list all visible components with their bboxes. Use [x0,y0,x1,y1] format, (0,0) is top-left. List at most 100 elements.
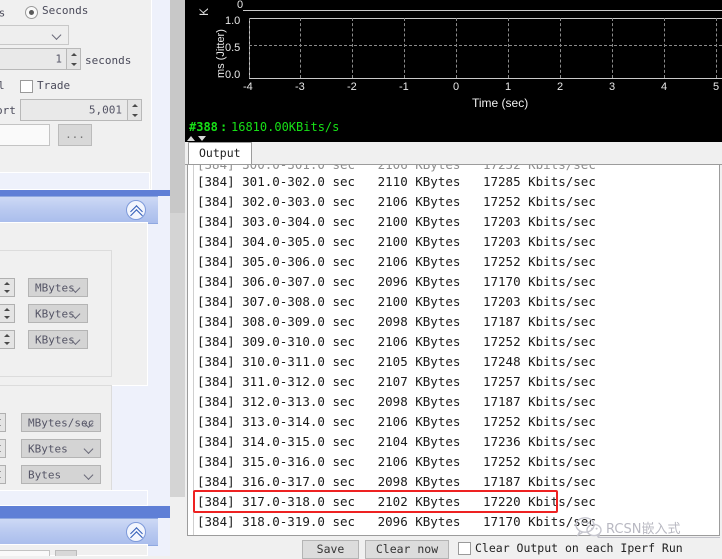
units-combo-0[interactable]: MBytes [28,278,88,297]
format-combo[interactable] [0,25,69,45]
units-row-spinner-1[interactable] [0,304,15,323]
left-settings-pane: es Seconds 1 seconds l Trade ort 5,001 .… [0,0,170,556]
chart-xtick-5: 5 [713,81,720,93]
highlight-box [193,490,558,513]
chart-xtick-2: 2 [557,81,564,93]
trade-checkbox[interactable] [20,80,33,93]
section-header-1[interactable] [0,196,158,224]
spinner-down-icon[interactable] [0,475,5,484]
rate-row-spinner-1[interactable] [0,439,6,458]
section-2-button[interactable] [55,550,77,556]
spinner-up-icon[interactable] [0,466,5,475]
upper-chart-axis [243,10,722,11]
spinner-up-icon[interactable] [0,414,5,423]
watermark-underline [598,537,720,538]
seconds-radio[interactable] [25,6,38,19]
rate-row: KBytes [0,439,101,458]
units-row: 6 KBytes [0,304,88,323]
units-combo-2[interactable]: KBytes [28,330,88,349]
jitter-chart: K 0 ms (Jitter) 1.0 0.5 0.0 -4 -3 -2 -1 … [185,0,722,134]
clear-on-run-label: Clear Output on each Iperf Run [475,541,683,555]
output-line: [384] 302.0-303.0 sec 2106 KBytes 17252 … [197,194,596,209]
spinner-down-icon[interactable] [0,423,5,432]
chart-xtick--2: -2 [347,81,357,93]
upper-chart-ylabel-fragment: K [197,7,211,16]
rate-row-spinner-2[interactable] [0,465,6,484]
output-console[interactable]: [384] 300.0-301.0 sec 2106 KBytes 17252 … [187,164,720,536]
spinner-up-icon[interactable] [0,440,5,449]
chevron-down-icon [85,418,94,427]
chart-gridline-v [508,18,509,78]
spinner-up-icon[interactable] [128,100,141,110]
chevron-double-up-icon[interactable] [126,522,146,542]
app-window: es Seconds 1 seconds l Trade ort 5,001 .… [0,0,722,559]
spinner-down-icon[interactable] [0,314,14,323]
output-line: [384] 306.0-307.0 sec 2096 KBytes 17170 … [197,274,596,289]
port-row-partial-label: ort [0,104,16,117]
output-scrollbar[interactable] [188,165,194,535]
spinner-down-icon[interactable] [67,59,80,69]
throughput-status-bar: #388 : 16810.00KBits/s [185,118,722,136]
rate-combo-1[interactable]: KBytes [21,439,101,458]
output-line: [384] 318.0-319.0 sec 2096 KBytes 17170 … [197,514,596,529]
chart-gridline-v [352,18,353,78]
spinner-down-icon[interactable] [0,288,14,297]
wechat-icon [575,517,602,538]
interval-spinner[interactable]: 1 [0,48,81,70]
rate-combo-value-1: KBytes [28,442,68,455]
port-spinner-buttons[interactable] [127,100,141,120]
clear-now-button[interactable]: Clear now [365,540,449,559]
chevron-down-icon [85,470,94,479]
tab-output[interactable]: Output [188,142,252,164]
interval-units-label: seconds [85,54,132,67]
port-spinner[interactable]: 5,001 [20,99,142,121]
chevron-down-icon [72,283,81,292]
spinner-up-icon[interactable] [0,331,14,340]
left-pane-scroll-column [170,0,185,556]
browse-button[interactable]: ... [58,124,92,146]
spinner-down-icon[interactable] [128,110,141,120]
interval-spinner-buttons[interactable] [66,49,80,69]
trade-row-partial-label: l [0,79,5,92]
chart-xtick-4: 4 [661,81,668,93]
output-line: [384] 311.0-312.0 sec 2107 KBytes 17257 … [197,374,596,389]
spinner-up-icon[interactable] [0,279,14,288]
left-pane-scrollbar-thumb[interactable] [170,0,185,213]
output-line: [384] 303.0-304.0 sec 2100 KBytes 17203 … [197,214,596,229]
chart-gridline-v [249,18,250,78]
chevron-double-up-icon[interactable] [126,200,146,220]
rate-row-spinner-0[interactable] [0,413,6,432]
output-line-clipped: [384] 300.0-301.0 sec 2106 KBytes 17252 … [197,164,596,172]
chart-gridline-h [249,45,722,46]
chart-gridline-v [612,18,613,78]
chevron-down-icon [72,309,81,318]
rate-combo-2[interactable]: Bytes [21,465,101,484]
section-2-field[interactable] [0,550,50,556]
collapse-down-icon[interactable] [198,136,206,141]
units-row-spinner-0[interactable] [0,278,15,297]
spinner-down-icon[interactable] [0,340,14,349]
units-row-spinner-2[interactable] [0,330,15,349]
chart-gridline-v [560,18,561,78]
collapse-up-icon[interactable] [187,136,195,141]
spinner-up-icon[interactable] [67,49,80,59]
section-header-2[interactable] [0,518,158,546]
rate-combo-0[interactable]: MBytes/sec [21,413,101,432]
chart-gridline-v [300,18,301,78]
units-combo-value-0: MBytes [35,281,75,294]
chart-xtick-1: 1 [505,81,512,93]
throughput-value: 16810.00KBits/s [231,120,340,134]
chart-xtick-3: 3 [609,81,616,93]
left-pane-scrollbar-track[interactable] [170,0,185,497]
spinner-down-icon[interactable] [0,449,5,458]
save-button[interactable]: Save [302,540,359,559]
output-line: [384] 301.0-302.0 sec 2110 KBytes 17285 … [197,174,596,189]
spinner-up-icon[interactable] [0,305,14,314]
chart-xaxis-line [249,78,722,79]
left-top-card-footer [0,172,150,190]
clear-on-run-checkbox[interactable] [458,542,471,555]
output-line: [384] 310.0-311.0 sec 2105 KBytes 17248 … [197,354,596,369]
output-line: [384] 304.0-305.0 sec 2100 KBytes 17203 … [197,234,596,249]
units-combo-1[interactable]: KBytes [28,304,88,323]
file-path-field[interactable] [0,124,50,146]
